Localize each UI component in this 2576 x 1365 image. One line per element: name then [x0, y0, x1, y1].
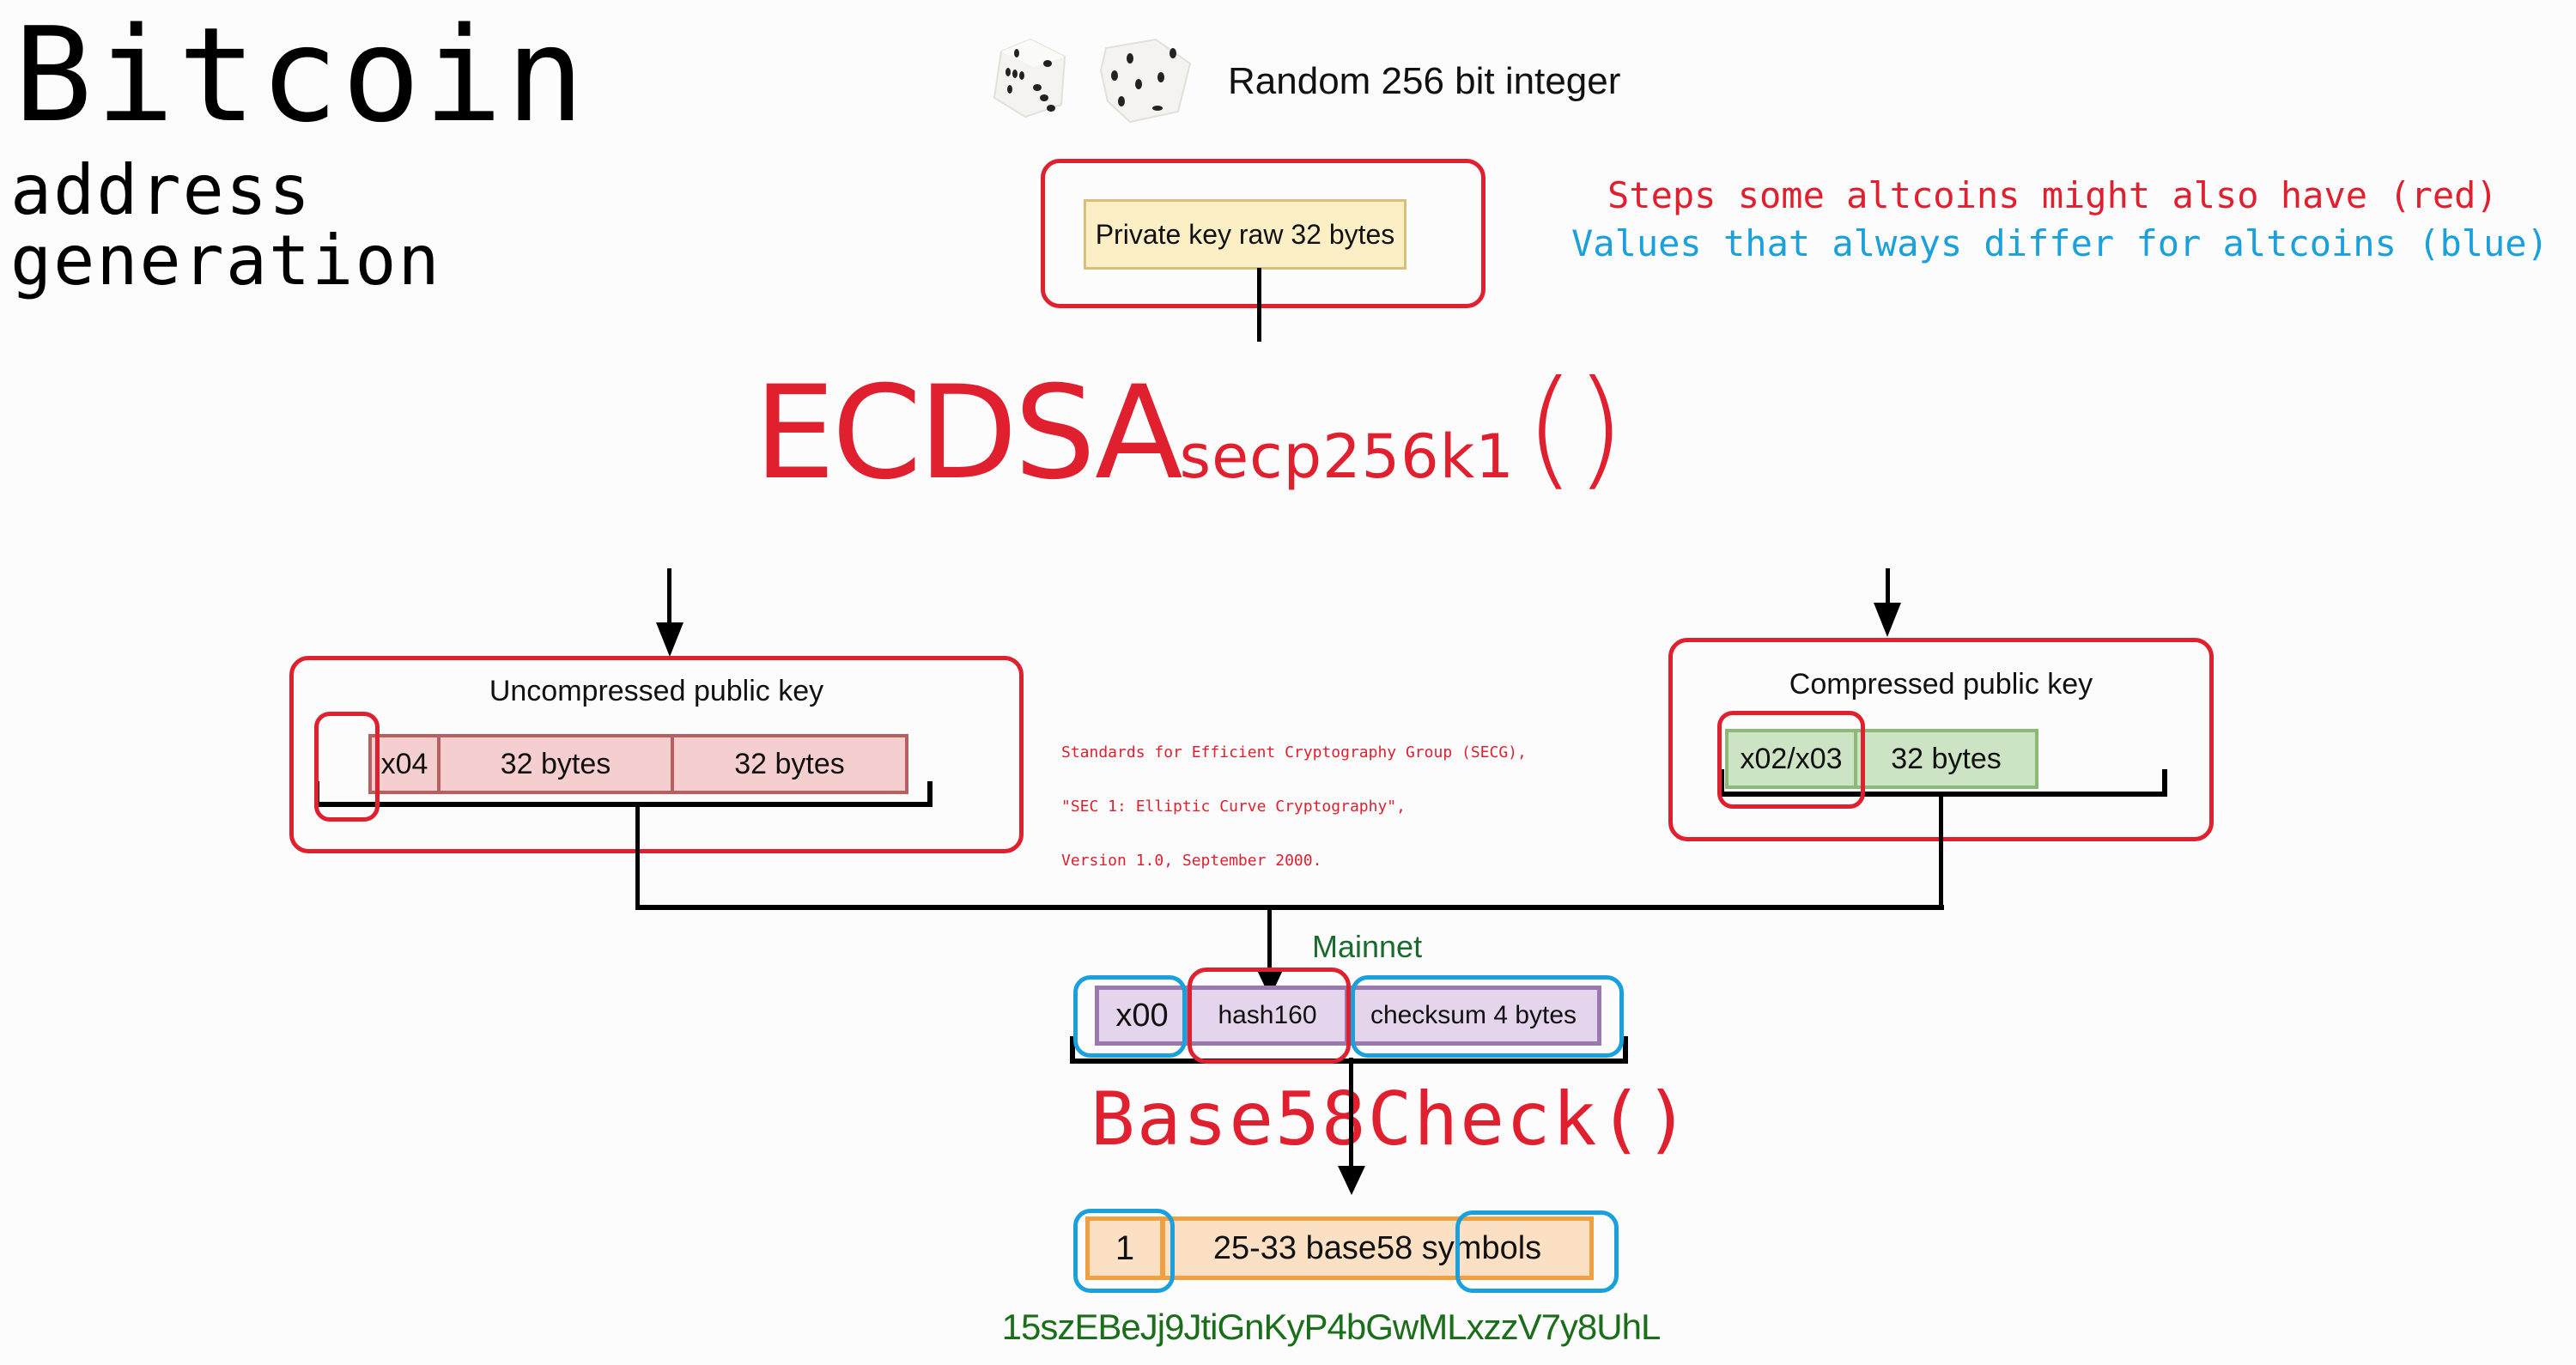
citation-line: "SEC 1: Elliptic Curve Cryptography", [1061, 798, 1406, 816]
hash160-highlight [1188, 968, 1351, 1064]
citation-line: Version 1.0, September 2000. [1061, 852, 1322, 870]
title-address: address [10, 150, 313, 230]
example-address[interactable]: 15szEBeJj9JtiGnKyP4bGwMLxzzV7y8UhL [945, 1307, 1717, 1348]
random-label: Random 256 bit integer [1228, 60, 1621, 102]
connector-to-address [1349, 1058, 1353, 1173]
ecdsa-function: ECDSAsecp256k1() [754, 364, 1625, 498]
cell-label: 32 bytes [500, 747, 611, 780]
prefix-label: x04 [380, 747, 428, 780]
address-prefix-highlight [1073, 1209, 1175, 1293]
dice-graphic [993, 38, 1192, 124]
compressed-prefix-highlight [1717, 711, 1865, 809]
uncompressed-prefix-highlight [314, 712, 380, 822]
ecdsa-name: ECDSA [754, 359, 1183, 508]
title-generation: generation [10, 221, 441, 300]
uncompressed-bracket [314, 781, 933, 807]
version-byte-highlight [1073, 975, 1187, 1058]
connector-compressed [1939, 797, 1943, 910]
uncompressed-key-title: Uncompressed public key [489, 675, 824, 707]
legend-blue: Values that always differ for altcoins (… [1571, 222, 2549, 264]
die-right [1099, 38, 1192, 124]
dice-icon [986, 33, 1200, 127]
ecdsa-parens: () [1524, 354, 1625, 503]
arrow-down-icon [1338, 1166, 1365, 1195]
citation-line: Standards for Efficient Cryptography Gro… [1061, 743, 1527, 761]
base58check-function: Base58Check() [1091, 1077, 1692, 1162]
address-suffix-highlight [1455, 1210, 1619, 1293]
arrow-uncompressed-shaft [667, 568, 671, 625]
private-key-box[interactable]: Private key raw 32 bytes [1084, 199, 1406, 270]
connector-uncompressed [635, 805, 640, 910]
ecdsa-curve: secp256k1 [1179, 422, 1515, 492]
arrow-down-icon [656, 622, 683, 657]
secg-citation: Standards for Efficient Cryptography Gro… [1061, 707, 1527, 888]
private-key-label: Private key raw 32 bytes [1095, 218, 1395, 250]
compressed-key-title: Compressed public key [1789, 668, 2093, 701]
cell-label: 32 bytes [734, 747, 845, 780]
connector-merge [635, 905, 1944, 910]
network-label: Mainnet [1312, 929, 1423, 964]
title-bitcoin: Bitcoin [14, 0, 588, 151]
connector-private-key [1257, 268, 1261, 342]
checksum-highlight [1351, 975, 1624, 1058]
legend-red: Steps some altcoins might also have (red… [1607, 174, 2498, 216]
arrow-down-icon [1874, 603, 1901, 637]
die-left [993, 38, 1066, 118]
